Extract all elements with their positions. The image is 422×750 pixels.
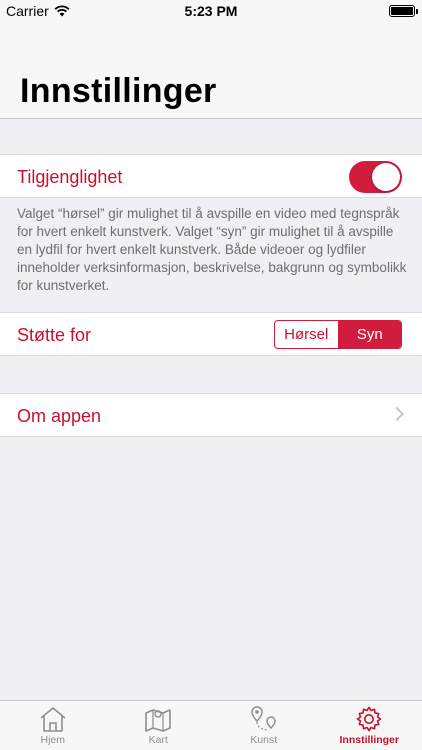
- support-label: Støtte for: [17, 325, 92, 345]
- home-icon: [40, 707, 66, 732]
- tab-innstillinger[interactable]: Innstillinger: [317, 701, 422, 750]
- tab-label: Kart: [148, 734, 168, 746]
- toggle-knob: [372, 163, 400, 191]
- tab-kart[interactable]: Kart: [106, 701, 212, 750]
- support-segmented-control: Hørsel Syn: [274, 320, 402, 349]
- gear-icon: [356, 706, 382, 732]
- tab-label: Kunst: [250, 734, 278, 746]
- accessibility-description: Valget “hørsel” gir mulighet til å avspi…: [17, 206, 407, 293]
- battery-icon: [389, 5, 418, 17]
- about-label: Om appen: [17, 406, 102, 426]
- status-time: 5:23 PM: [184, 3, 238, 19]
- route-pin-icon: [250, 706, 276, 731]
- tab-bar: Hjem Kart Kunst Innstillinger: [0, 700, 422, 750]
- chevron-right-icon: [389, 406, 405, 422]
- tab-label: Hjem: [40, 734, 65, 746]
- accessibility-row: Tilgjenglighet: [0, 154, 422, 198]
- tab-kunst[interactable]: Kunst: [211, 701, 317, 750]
- about-row[interactable]: Om appen: [0, 393, 422, 437]
- segment-syn[interactable]: Syn: [337, 321, 401, 348]
- page-title: Innstillinger: [20, 72, 217, 110]
- tab-hjem[interactable]: Hjem: [0, 701, 106, 750]
- accessibility-label: Tilgjenglighet: [17, 167, 123, 187]
- accessibility-toggle[interactable]: [349, 161, 402, 193]
- status-bar: Carrier 5:23 PM: [0, 0, 422, 22]
- navigation-bar: Innstillinger: [0, 22, 422, 119]
- tab-label: Innstillinger: [339, 734, 399, 746]
- map-icon: [145, 709, 172, 732]
- support-row: Støtte for Hørsel Syn: [0, 312, 422, 356]
- segment-horsel[interactable]: Hørsel: [275, 321, 338, 348]
